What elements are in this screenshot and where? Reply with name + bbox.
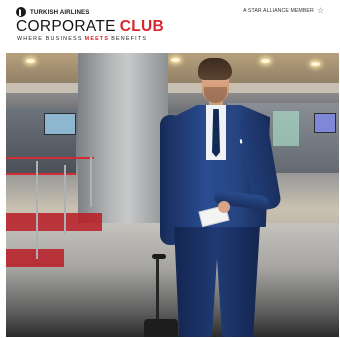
title-club: CLUB [119,18,164,35]
hair [198,58,232,80]
queue-rail [6,157,94,159]
necktie [212,109,220,157]
queue-post [90,157,92,207]
tagline: WHERE BUSINESS MEETS BENEFITS [17,36,147,42]
alliance-text: A STAR ALLIANCE MEMBER [243,8,314,14]
suitcase-grip [152,254,166,259]
suitcase-handle [156,258,159,328]
tagline-part-1: WHERE BUSINESS [17,36,83,42]
suitcase [144,319,178,337]
airline-name: TURKISH AIRLINES [30,8,90,16]
red-carpet [6,249,64,267]
trousers [174,225,260,337]
display-screen [44,113,76,135]
title-corporate: CORPORATE [16,18,116,35]
hero-photo [6,53,339,337]
star-alliance-icon: ☆ [316,6,324,15]
ad-banner: TURKISH AIRLINES A STAR ALLIANCE MEMBER … [0,0,340,338]
queue-post [36,161,38,259]
alliance-badge: A STAR ALLIANCE MEMBER ☆ [243,7,324,15]
ceiling-light [26,59,35,63]
businessman [144,53,326,337]
queue-post [64,165,66,235]
hand [218,201,230,213]
tagline-part-3: BENEFITS [111,36,148,42]
red-carpet [6,213,102,231]
airline-brand: TURKISH AIRLINES [16,6,89,18]
tagline-part-2: MEETS [84,36,110,42]
page-title: CORPORATE CLUB [16,18,164,35]
turkish-airlines-logo-icon [16,7,26,17]
